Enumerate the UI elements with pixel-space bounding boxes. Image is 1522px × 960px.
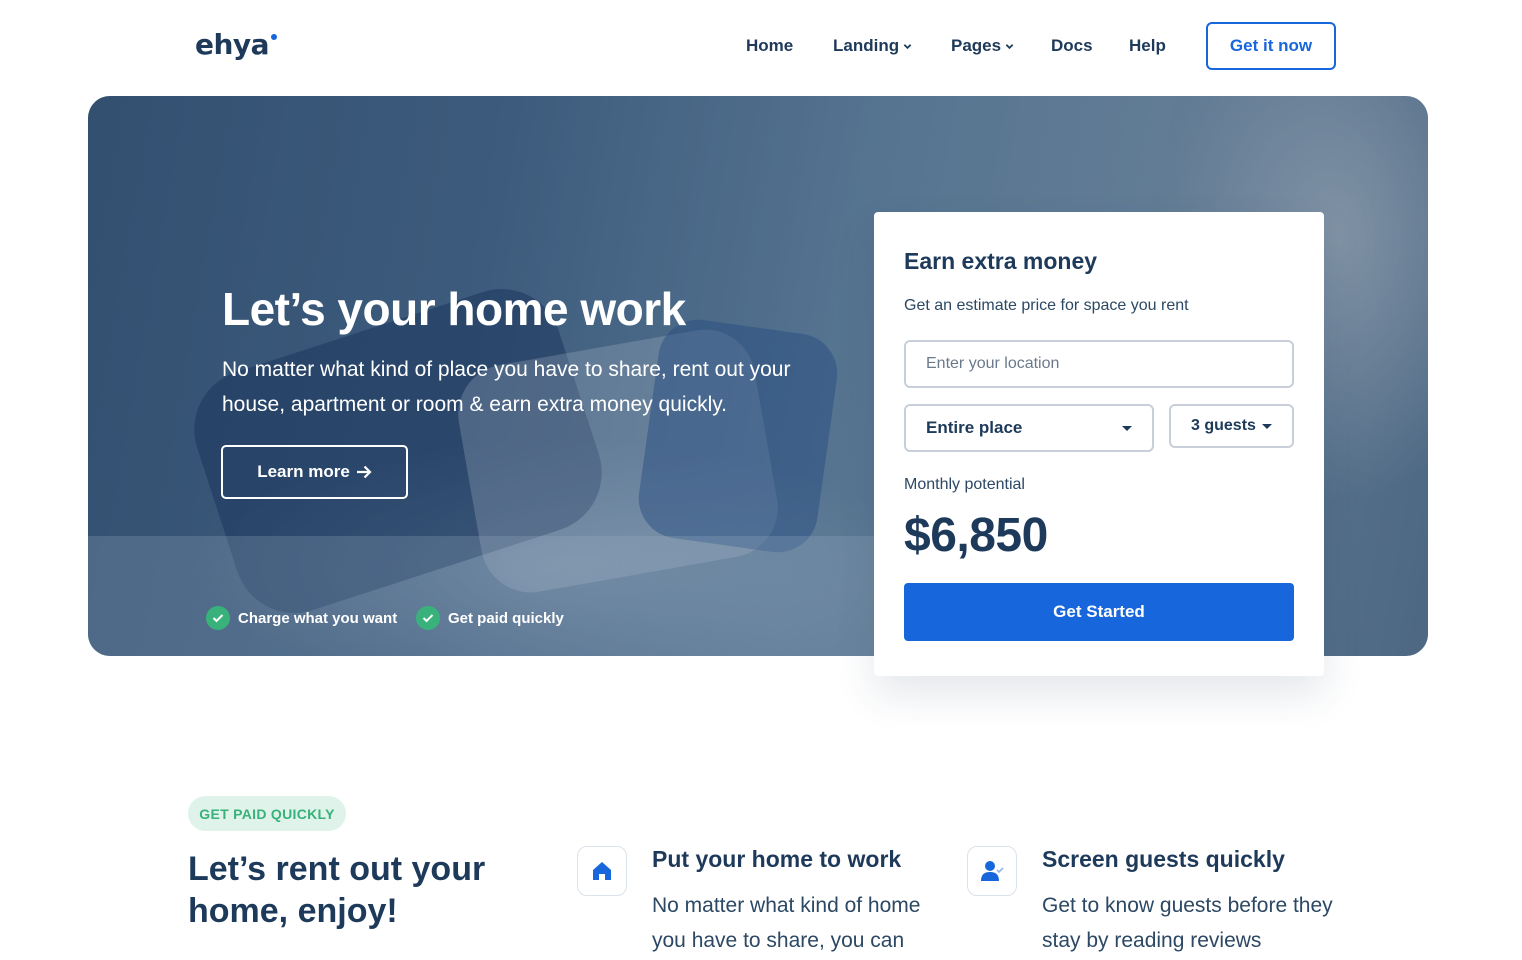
card-subtitle: Get an estimate price for space you rent bbox=[904, 297, 1189, 314]
card-title: Earn extra money bbox=[904, 248, 1098, 274]
hero-subtitle: No matter what kind of place you have to… bbox=[222, 358, 791, 416]
chevron-down-icon bbox=[903, 43, 912, 49]
monthly-potential-label: Monthly potential bbox=[904, 476, 1025, 493]
check-label: Charge what you want bbox=[238, 609, 398, 627]
feature-title: Put your home to work bbox=[652, 846, 902, 872]
guests-value: 3 guests bbox=[1191, 417, 1256, 434]
nav-item-docs[interactable]: Docs bbox=[1051, 36, 1093, 56]
place-type-value: Entire place bbox=[926, 418, 1023, 437]
monthly-potential-value: $6,850 bbox=[904, 509, 1048, 562]
caret-down-icon bbox=[1122, 425, 1132, 431]
chevron-down-icon bbox=[1005, 43, 1014, 49]
hero-title: Let’s your home work bbox=[222, 283, 686, 335]
caret-down-icon bbox=[1262, 423, 1272, 429]
home-icon bbox=[577, 846, 627, 896]
location-input[interactable] bbox=[904, 340, 1294, 388]
check-icon bbox=[206, 606, 230, 630]
hero-check-item: Get paid quickly bbox=[416, 606, 564, 630]
estimate-card: Earn extra money Get an estimate price f… bbox=[874, 212, 1324, 676]
logo[interactable]: ehya bbox=[195, 28, 278, 61]
nav-item-pages[interactable]: Pages bbox=[951, 36, 1014, 56]
feature-text: No matter what kind of home you have to … bbox=[652, 894, 921, 952]
place-type-select[interactable]: Entire place bbox=[904, 404, 1154, 452]
nav-item-home[interactable]: Home bbox=[746, 36, 793, 56]
guests-select[interactable]: 3 guests bbox=[1169, 404, 1294, 448]
user-check-icon bbox=[967, 846, 1017, 896]
learn-more-button[interactable]: Learn more bbox=[221, 445, 408, 499]
section-title: Let’s rent out your home, enjoy! bbox=[188, 850, 486, 930]
section-badge: GET PAID QUICKLY bbox=[188, 796, 346, 831]
feature-title: Screen guests quickly bbox=[1042, 846, 1285, 872]
nav-item-help[interactable]: Help bbox=[1129, 36, 1166, 56]
get-started-button[interactable]: Get Started bbox=[904, 583, 1294, 641]
logo-dot bbox=[271, 34, 278, 40]
learn-more-label: Learn more bbox=[257, 462, 350, 481]
nav-item-landing[interactable]: Landing bbox=[833, 36, 912, 56]
check-icon bbox=[416, 606, 440, 630]
hero-check-item: Charge what you want bbox=[206, 606, 397, 630]
check-label: Get paid quickly bbox=[448, 609, 564, 627]
feature-text: Get to know guests before they stay by r… bbox=[1042, 894, 1333, 952]
top-navbar: ehya Home Landing Pages Docs Help Get it… bbox=[0, 0, 1522, 92]
arrow-right-icon bbox=[356, 465, 372, 479]
get-it-now-button[interactable]: Get it now bbox=[1206, 22, 1336, 70]
